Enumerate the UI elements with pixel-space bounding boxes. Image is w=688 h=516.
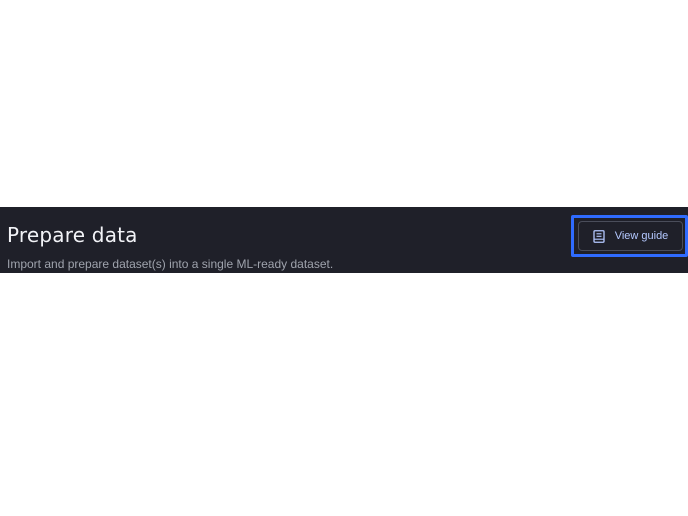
page: Prepare data Import and prepare dataset(…	[0, 0, 688, 516]
page-subtitle: Import and prepare dataset(s) into a sin…	[7, 257, 334, 271]
page-title: Prepare data	[7, 223, 138, 247]
book-icon	[593, 229, 606, 243]
page-header: Prepare data Import and prepare dataset(…	[0, 207, 688, 273]
view-guide-button[interactable]: View guide	[578, 221, 683, 251]
view-guide-label: View guide	[614, 230, 669, 242]
